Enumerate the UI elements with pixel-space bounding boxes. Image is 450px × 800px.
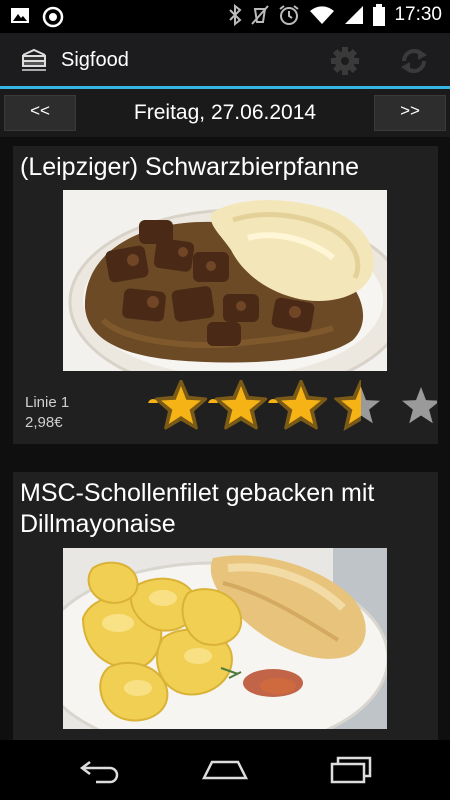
meal-title: MSC-Schollenfilet gebacken mit Dillmayon… bbox=[20, 479, 375, 538]
meal-photo bbox=[63, 190, 387, 371]
status-bar: 17:30 bbox=[0, 0, 450, 33]
action-bar: Sigfood bbox=[0, 33, 450, 89]
date-navigation: << Freitag, 27.06.2014 >> bbox=[0, 89, 450, 137]
next-rating-bar-partial bbox=[148, 399, 278, 403]
rating-star[interactable] bbox=[402, 387, 437, 424]
meal-list[interactable]: (Leipziger) Schwarzbierpfanne Linie 1 2,… bbox=[0, 137, 450, 740]
system-navigation-bar bbox=[0, 740, 450, 800]
signal-icon bbox=[345, 6, 364, 24]
app-logo-icon bbox=[22, 48, 46, 71]
home-icon[interactable] bbox=[200, 754, 250, 786]
next-day-button[interactable]: >> bbox=[374, 95, 446, 131]
meal-photo bbox=[63, 548, 387, 729]
meal-card[interactable]: MSC-Schollenfilet gebacken mit Dillmayon… bbox=[13, 472, 438, 740]
previous-day-button[interactable]: << bbox=[4, 95, 76, 131]
back-icon[interactable] bbox=[76, 754, 126, 786]
mute-icon bbox=[251, 5, 270, 25]
current-date: Freitag, 27.06.2014 bbox=[133, 101, 317, 124]
gallery-icon bbox=[11, 8, 29, 23]
sync-circle-icon bbox=[42, 6, 64, 28]
rating-star[interactable] bbox=[214, 380, 268, 430]
rating-bar[interactable] bbox=[137, 380, 437, 434]
app-title: Sigfood bbox=[61, 49, 129, 71]
wifi-icon bbox=[310, 6, 335, 24]
battery-icon bbox=[373, 4, 386, 26]
meal-title: (Leipziger) Schwarzbierpfanne bbox=[20, 153, 360, 181]
clock: 17:30 bbox=[394, 4, 442, 25]
alarm-icon bbox=[279, 5, 300, 25]
refresh-icon[interactable] bbox=[398, 45, 430, 77]
meal-price: 2,98€ bbox=[25, 414, 63, 431]
meal-line: Linie 1 bbox=[25, 394, 70, 411]
gear-icon[interactable] bbox=[329, 45, 361, 77]
rating-star[interactable] bbox=[274, 380, 328, 430]
bluetooth-icon bbox=[229, 4, 242, 26]
recent-apps-icon[interactable] bbox=[326, 754, 376, 786]
rating-star[interactable] bbox=[334, 380, 385, 432]
rating-star[interactable] bbox=[154, 380, 208, 430]
